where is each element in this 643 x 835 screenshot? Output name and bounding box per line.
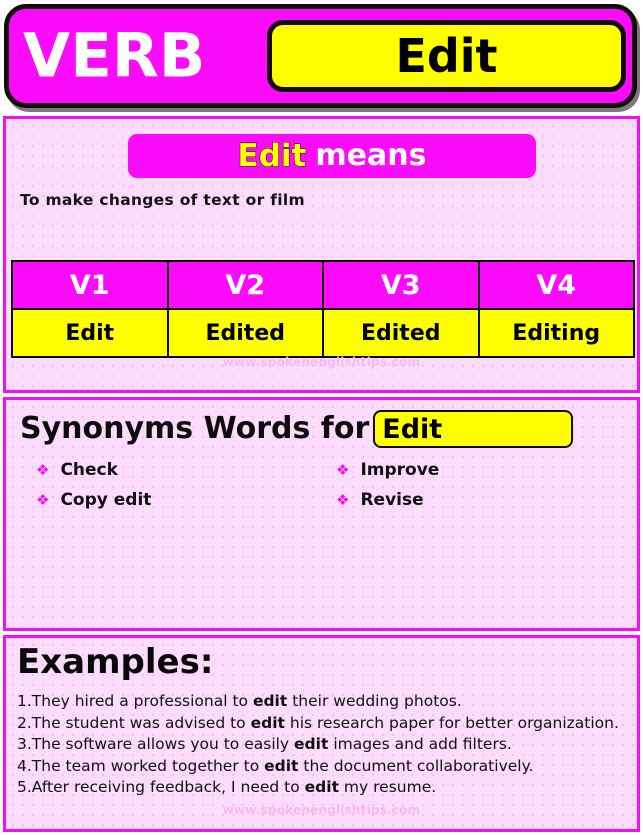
example-text-after: images and add filters. xyxy=(328,735,512,753)
example-keyword: edit xyxy=(250,713,285,732)
synonyms-title-row: Synonyms Words for Edit xyxy=(20,410,574,448)
meaning-panel: Edit means To make changes of text or fi… xyxy=(3,116,640,393)
example-text-after: the document collaboratively. xyxy=(298,756,534,775)
example-text-after: his research paper for better organizati… xyxy=(284,713,619,732)
example-text-after: my resume. xyxy=(339,778,437,796)
watermark-examples: www.spokenenglishtips.com xyxy=(222,803,421,817)
example-number: 2. xyxy=(17,713,32,732)
synonyms-column-right: ❖ Improve ❖ Revise xyxy=(336,462,439,522)
watermark-table: www.spokenenglishtips.com xyxy=(222,355,421,369)
verb-forms-table: V1 V2 V3 V4 Edit Edited Edited Editing xyxy=(11,260,635,358)
examples-title: Examples: xyxy=(17,642,214,682)
example-text-before: They hired a professional to xyxy=(31,692,253,710)
diamond-bullet-icon: ❖ xyxy=(336,461,350,479)
example-keyword: edit xyxy=(304,778,339,796)
verb-infographic-page: VERB Edit Edit means To make changes of … xyxy=(0,0,643,835)
examples-list: 1.They hired a professional to edit thei… xyxy=(17,691,632,799)
definition-text: To make changes of text or film xyxy=(20,191,305,209)
part-of-speech-label: VERB xyxy=(23,20,206,92)
example-keyword: edit xyxy=(294,735,329,753)
list-item: ❖ Copy edit xyxy=(36,492,151,514)
table-header-v1: V1 xyxy=(11,260,169,310)
example-text-after: their wedding photos. xyxy=(287,692,462,710)
synonyms-word-label: Edit xyxy=(382,413,443,445)
example-text-before: The student was advised to xyxy=(31,713,251,732)
synonyms-panel: Synonyms Words for Edit ❖ Check ❖ Copy e… xyxy=(3,397,640,631)
example-number: 1. xyxy=(17,692,32,710)
example-keyword: edit xyxy=(264,756,299,775)
synonym-label: Improve xyxy=(360,460,440,480)
example-sentence: 1.They hired a professional to edit thei… xyxy=(17,691,632,713)
table-cell-v1: Edit xyxy=(11,308,169,358)
table-header-row: V1 V2 V3 V4 xyxy=(11,260,635,310)
synonyms-word-box: Edit xyxy=(373,410,574,448)
table-header-v3: V3 xyxy=(322,260,480,310)
example-sentence: 5.After receiving feedback, I need to ed… xyxy=(17,777,632,799)
example-keyword: edit xyxy=(252,692,288,710)
synonym-label: Revise xyxy=(360,490,424,510)
example-sentence: 4.The team worked together to edit the d… xyxy=(17,756,632,778)
list-item: ❖ Check xyxy=(36,462,151,484)
example-sentence: 2.The student was advised to edit his re… xyxy=(17,713,632,735)
example-number: 3. xyxy=(17,735,32,753)
table-cell-v2: Edited xyxy=(166,308,324,358)
table-cell-v3: Edited xyxy=(322,308,480,358)
synonym-label: Check xyxy=(60,460,118,480)
table-header-v4: V4 xyxy=(477,260,635,310)
example-number: 5. xyxy=(17,778,32,796)
list-item: ❖ Improve xyxy=(336,462,439,484)
example-number: 4. xyxy=(17,756,32,775)
synonyms-column-left: ❖ Check ❖ Copy edit xyxy=(36,462,151,522)
means-badge-word: Edit xyxy=(237,137,307,174)
synonyms-title: Synonyms Words for xyxy=(20,411,370,446)
diamond-bullet-icon: ❖ xyxy=(336,491,350,509)
diamond-bullet-icon: ❖ xyxy=(36,461,50,479)
header-word-label: Edit xyxy=(395,29,498,83)
table-header-v2: V2 xyxy=(166,260,324,310)
example-text-before: The software allows you to easily xyxy=(31,735,295,753)
diamond-bullet-icon: ❖ xyxy=(36,491,50,509)
header-word-box: Edit xyxy=(267,20,626,92)
examples-panel: Examples: 1.They hired a professional to… xyxy=(3,635,640,832)
header-banner: VERB Edit xyxy=(4,4,637,108)
example-sentence: 3.The software allows you to easily edit… xyxy=(17,734,632,756)
table-row: Edit Edited Edited Editing xyxy=(11,308,635,358)
table-cell-v4: Editing xyxy=(477,308,635,358)
means-badge-suffix: means xyxy=(315,138,427,173)
example-text-before: After receiving feedback, I need to xyxy=(31,778,305,796)
list-item: ❖ Revise xyxy=(336,492,439,514)
example-text-before: The team worked together to xyxy=(31,756,265,775)
synonym-label: Copy edit xyxy=(60,490,152,510)
means-badge: Edit means xyxy=(128,134,536,178)
